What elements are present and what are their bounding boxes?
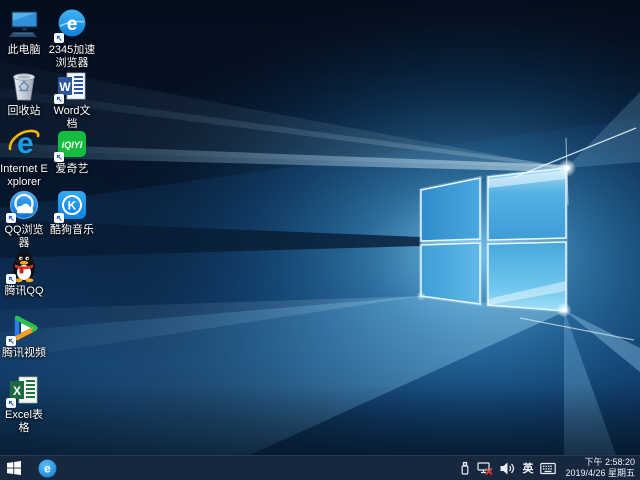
- icon-label: 2345加速浏览器: [48, 44, 96, 69]
- taskbar-pinned-e-browser[interactable]: e: [34, 456, 60, 480]
- shortcut-arrow-icon: [54, 33, 64, 43]
- desktop-icon-tencent-qq[interactable]: 腾讯QQ: [0, 249, 48, 298]
- tencent-video-icon: [6, 311, 41, 346]
- shortcut-arrow-icon: [54, 152, 64, 162]
- shortcut-arrow-icon: [6, 213, 16, 223]
- windows-desktop-screen: 此电脑 回收站 e Internet Explorer QQ浏览器 腾讯QQ 腾…: [0, 0, 640, 480]
- recycle-bin-icon: [7, 69, 41, 103]
- desktop-icon-kugou-music[interactable]: K 酷狗音乐: [48, 188, 96, 237]
- taskbar-clock[interactable]: 下午 2:58:20 2019/4/26 星期五: [565, 457, 635, 479]
- clock-date: 2019/4/26 星期五: [565, 468, 635, 478]
- network-disconnected-icon[interactable]: [477, 459, 493, 477]
- this-pc-icon: [7, 8, 41, 42]
- shortcut-arrow-icon: [6, 336, 16, 346]
- desktop-icon-qq-browser[interactable]: QQ浏览器: [0, 188, 48, 250]
- desktop-icon-excel[interactable]: X Excel表格: [0, 373, 48, 435]
- svg-text:e: e: [44, 461, 51, 475]
- e-browser-icon: e: [38, 459, 56, 477]
- volume-icon[interactable]: [499, 459, 515, 477]
- icon-label: 腾讯QQ: [4, 285, 44, 297]
- desktop-icon-recycle-bin[interactable]: 回收站: [0, 69, 48, 118]
- icon-label: 腾讯视频: [2, 347, 46, 359]
- svg-text:e: e: [67, 14, 78, 35]
- svg-text:iQIYI: iQIYI: [62, 140, 83, 150]
- qq-browser-icon: [6, 188, 41, 223]
- windows-logo-icon: [7, 461, 21, 475]
- desktop-icon-word[interactable]: W Word文档: [48, 69, 96, 131]
- iqiyi-icon: iQIYI: [54, 127, 89, 162]
- excel-icon: X: [6, 373, 41, 408]
- taskbar: e 英 下午 2:58:20 2019/4/26 星期五: [0, 455, 640, 480]
- tencent-qq-icon: [6, 249, 41, 284]
- touch-keyboard-icon[interactable]: [540, 459, 557, 477]
- usb-device-icon[interactable]: [459, 459, 471, 477]
- word-icon: W: [54, 69, 89, 104]
- desktop: 此电脑 回收站 e Internet Explorer QQ浏览器 腾讯QQ 腾…: [0, 0, 640, 455]
- shortcut-arrow-icon: [6, 274, 16, 284]
- clock-time: 下午 2:58:20: [584, 457, 635, 467]
- icon-label: QQ浏览器: [4, 224, 44, 249]
- icon-label: 回收站: [7, 105, 41, 117]
- system-tray: 英 下午 2:58:20 2019/4/26 星期五: [459, 457, 640, 479]
- shortcut-arrow-icon: [54, 94, 64, 104]
- icon-label: Internet Explorer: [0, 163, 48, 188]
- desktop-icon-iqiyi[interactable]: iQIYI 爱奇艺: [48, 127, 96, 176]
- icon-label: 爱奇艺: [55, 163, 89, 175]
- start-button[interactable]: [0, 456, 28, 480]
- 2345-browser-icon: e: [54, 8, 89, 43]
- kugou-music-icon: K: [54, 188, 89, 223]
- internet-explorer-icon: e: [7, 127, 41, 161]
- shortcut-arrow-icon: [54, 213, 64, 223]
- desktop-icon-this-pc[interactable]: 此电脑: [0, 8, 48, 57]
- icon-label: 酷狗音乐: [50, 224, 94, 236]
- svg-text:X: X: [13, 384, 21, 398]
- desktop-icon-internet-explorer[interactable]: e Internet Explorer: [0, 127, 48, 189]
- desktop-icon-tencent-video[interactable]: 腾讯视频: [0, 311, 48, 360]
- desktop-icon-2345-browser[interactable]: e 2345加速浏览器: [48, 8, 96, 70]
- wallpaper-windows-hero: [0, 0, 640, 455]
- svg-text:W: W: [59, 80, 71, 94]
- ime-indicator[interactable]: 英: [521, 460, 534, 476]
- icon-label: 此电脑: [7, 44, 41, 56]
- svg-text:K: K: [68, 199, 77, 213]
- icon-label: Excel表格: [5, 409, 43, 434]
- shortcut-arrow-icon: [6, 398, 16, 408]
